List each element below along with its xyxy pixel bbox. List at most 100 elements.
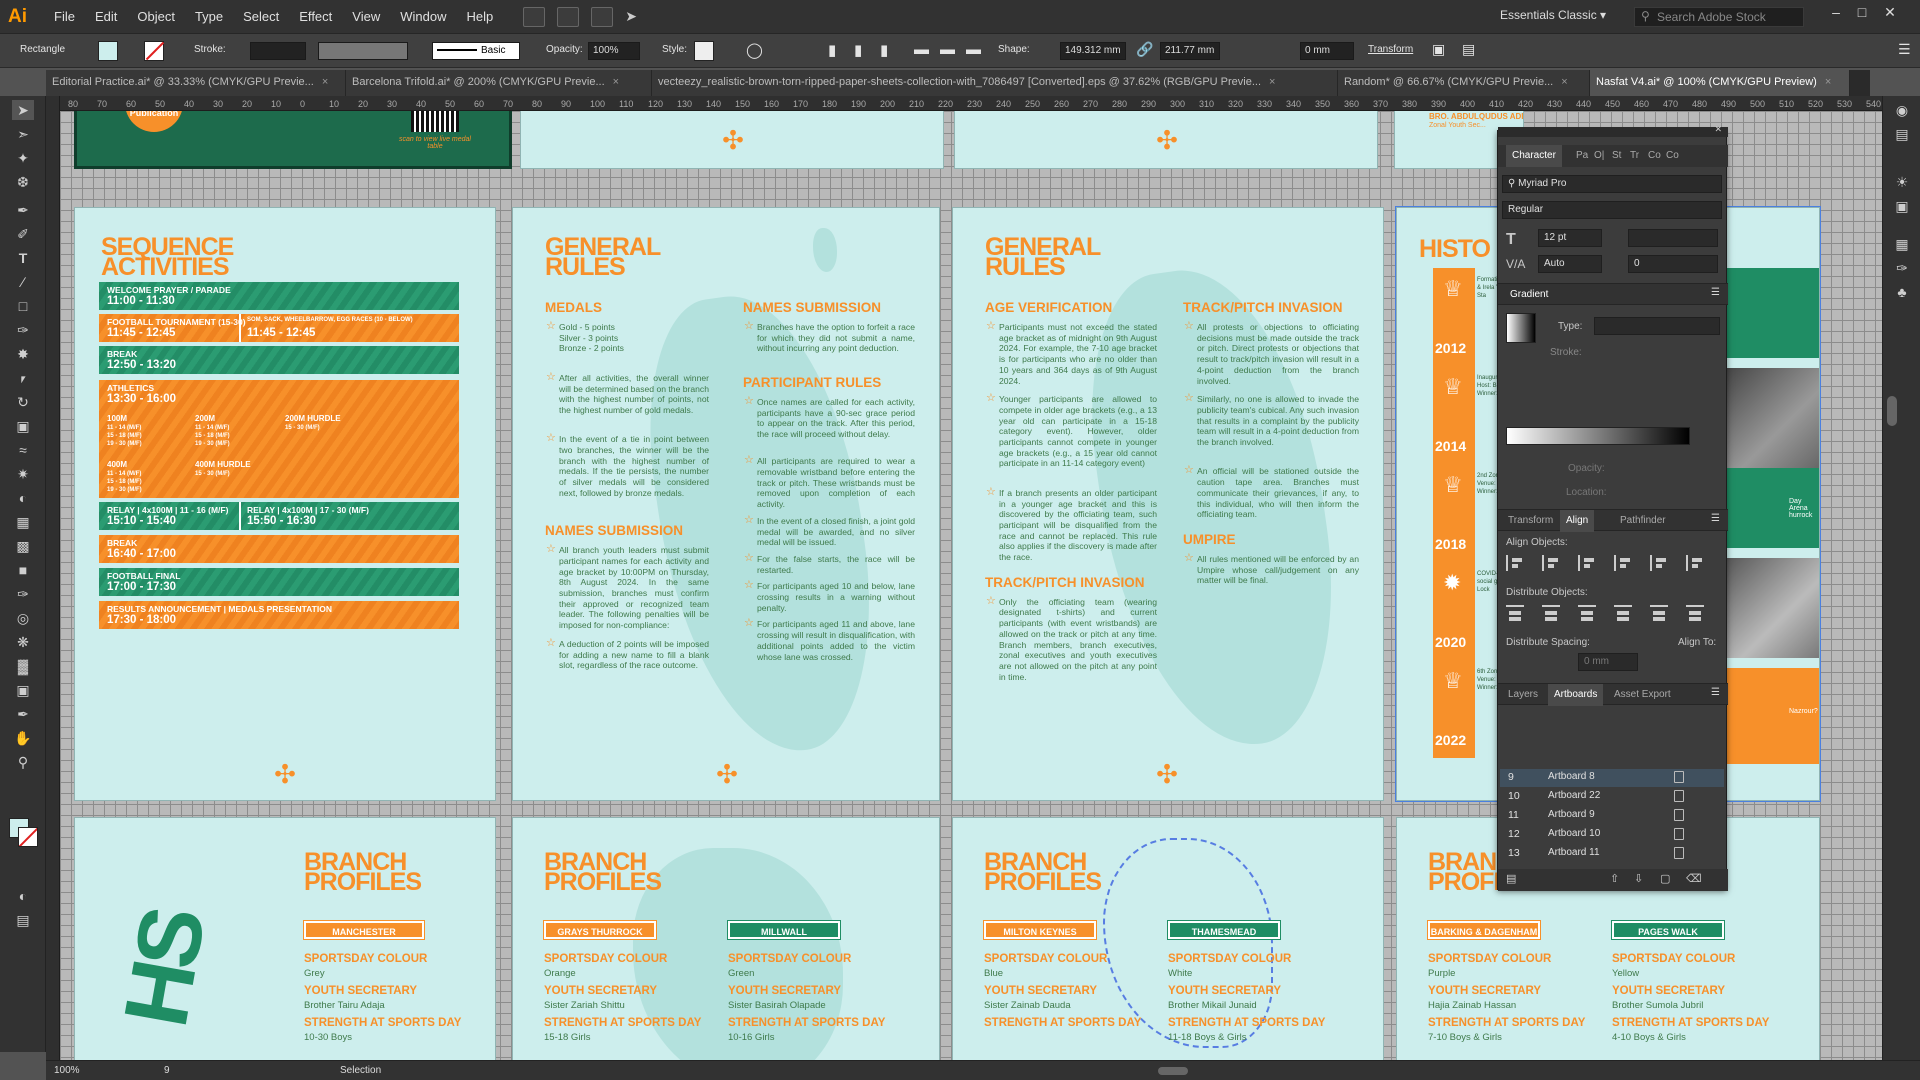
- artboard-row[interactable]: 12 Artboard 10: [1500, 826, 1724, 844]
- artboard-general-rules-1[interactable]: GENERAL RULES MEDALSGold - 5 points Silv…: [512, 207, 940, 801]
- align-right-icon[interactable]: ▮: [880, 41, 888, 59]
- artboard-options-icon[interactable]: [1674, 809, 1684, 821]
- shape-builder-tool-icon[interactable]: ◐: [12, 488, 34, 508]
- artboard-row[interactable]: 9 Artboard 8: [1500, 769, 1724, 787]
- align-right-icon[interactable]: [1578, 555, 1596, 571]
- symbols-icon[interactable]: ♣: [1891, 282, 1913, 302]
- panel-menu-icon[interactable]: ☰: [1711, 513, 1720, 524]
- fill-swatch[interactable]: [98, 41, 118, 61]
- blend-tool-icon[interactable]: ◎: [12, 608, 34, 628]
- transform-link[interactable]: Transform: [1368, 44, 1413, 55]
- dist-vcenter-icon[interactable]: [1542, 605, 1560, 621]
- panel-tab[interactable]: Character: [1506, 145, 1562, 167]
- vertical-scrollbar[interactable]: [1887, 396, 1897, 426]
- artboard-row[interactable]: 10 Artboard 22: [1500, 788, 1724, 806]
- menu-file[interactable]: File: [44, 9, 85, 24]
- scale-tool-icon[interactable]: ▣: [12, 416, 34, 436]
- close-tab-icon[interactable]: ×: [1561, 76, 1567, 88]
- bridge-button[interactable]: [523, 6, 546, 27]
- color-guide-icon[interactable]: ◉: [1891, 100, 1913, 120]
- document-tab-2[interactable]: Barcelona Trifold.ai* @ 200% (CMYK/GPU P…: [346, 70, 652, 96]
- minimize-icon[interactable]: –: [1826, 4, 1846, 24]
- artboard-top-2[interactable]: ✣: [520, 111, 944, 169]
- pen-tool-icon[interactable]: ✒: [12, 200, 34, 220]
- warp-tool-icon[interactable]: ≈: [12, 440, 34, 460]
- move-up-icon[interactable]: ⇧: [1610, 872, 1619, 885]
- dist-hcenter-icon[interactable]: [1650, 605, 1668, 621]
- stock-search-input[interactable]: ⚲ Search Adobe Stock: [1634, 7, 1804, 27]
- artboard-options-icon[interactable]: [1674, 771, 1684, 783]
- gpu-performance-icon[interactable]: ➤: [625, 8, 637, 25]
- graph-tool-icon[interactable]: ▓: [12, 656, 34, 676]
- horizontal-ruler[interactable]: 80 70 60 50 40 30 20 10 0 10 20 30 40 50 60 70 80 90 100 11…: [60, 96, 1882, 111]
- panel-menu-icon[interactable]: ☰: [1711, 687, 1720, 698]
- dist-left-icon[interactable]: [1614, 605, 1632, 621]
- shape-width-field[interactable]: 149.312 mm: [1060, 42, 1126, 60]
- selection-tool-icon[interactable]: ➤: [12, 100, 34, 120]
- vertical-ruler[interactable]: [46, 96, 60, 1060]
- gradient-tool-icon[interactable]: ■: [12, 560, 34, 580]
- align-left-icon[interactable]: [1506, 555, 1524, 571]
- align-vcenter-icon[interactable]: ▬: [940, 41, 955, 58]
- libraries-icon[interactable]: ▤: [1891, 124, 1913, 144]
- close-tab-icon[interactable]: ×: [322, 76, 328, 88]
- document-tab-1[interactable]: Editorial Practice.ai* @ 33.33% (CMYK/GP…: [46, 70, 346, 96]
- arrange-icon[interactable]: ▤: [1462, 41, 1475, 58]
- rectangle-tool-icon[interactable]: □: [12, 296, 34, 316]
- mesh-tool-icon[interactable]: ▩: [12, 536, 34, 556]
- perspective-grid-tool-icon[interactable]: ▦: [12, 512, 34, 532]
- gradient-panel-header[interactable]: Gradient ☰: [1498, 283, 1728, 305]
- align-hcenter-icon[interactable]: ▮: [854, 41, 862, 59]
- panel-titlebar[interactable]: ✕: [1498, 124, 1728, 137]
- close-tab-icon[interactable]: ×: [613, 76, 619, 88]
- stroke-swatch[interactable]: [144, 41, 165, 61]
- slice-tool-icon[interactable]: ✒: [12, 704, 34, 724]
- artboard-options-icon[interactable]: [1674, 847, 1684, 859]
- artboard-row[interactable]: 13 Artboard 11: [1500, 845, 1724, 863]
- new-artboard-icon[interactable]: ▢: [1660, 872, 1670, 885]
- lasso-tool-icon[interactable]: ❆: [12, 172, 34, 192]
- menu-window[interactable]: Window: [390, 9, 456, 24]
- panel-menu-icon[interactable]: ☰: [1711, 287, 1720, 298]
- menu-help[interactable]: Help: [456, 9, 503, 24]
- artboard-sequence-activities[interactable]: SEQUENCE ACTIVITIES WELCOME PRAYER / PAR…: [74, 207, 496, 801]
- artboard-options-icon[interactable]: [1674, 828, 1684, 840]
- tracking-field[interactable]: 0: [1628, 255, 1718, 273]
- zoom-field[interactable]: 100%: [54, 1065, 110, 1076]
- align-panel-header[interactable]: Transform Align Pathfinder ☰: [1498, 509, 1728, 532]
- drawing-modes-icon[interactable]: ◐: [12, 886, 34, 906]
- variable-width-field[interactable]: [318, 42, 408, 60]
- eraser-tool-icon[interactable]: ⎖: [12, 368, 34, 388]
- align-bottom-icon[interactable]: ▬: [966, 41, 981, 58]
- brush-field[interactable]: Basic: [432, 42, 520, 60]
- dist-top-icon[interactable]: [1506, 605, 1524, 621]
- arrange-documents-button[interactable]: [591, 6, 614, 27]
- panel-tab[interactable]: Layers: [1502, 684, 1544, 706]
- maximize-icon[interactable]: □: [1852, 4, 1872, 24]
- menu-view[interactable]: View: [342, 9, 390, 24]
- eyedropper-tool-icon[interactable]: ✑: [12, 584, 34, 604]
- hand-tool-icon[interactable]: ✋: [12, 728, 34, 748]
- artboard-navigator[interactable]: 9: [164, 1065, 214, 1076]
- panel-tab[interactable]: Pathfinder: [1614, 510, 1672, 532]
- artboards-panel-header[interactable]: Layers Artboards Asset Export ☰: [1498, 683, 1728, 706]
- delete-icon[interactable]: ⌫: [1686, 872, 1702, 885]
- close-icon[interactable]: ✕: [1880, 4, 1900, 24]
- align-bottom-icon[interactable]: [1686, 555, 1704, 571]
- font-size-field[interactable]: 12 pt: [1538, 229, 1602, 247]
- graphic-styles-icon[interactable]: ▣: [1891, 196, 1913, 216]
- document-tab-5[interactable]: Nasfat V4.ai* @ 100% (CMYK/GPU Preview) ×: [1590, 70, 1850, 96]
- globe-icon[interactable]: ◯: [746, 41, 763, 59]
- panel-menu-icon[interactable]: ☰: [1898, 41, 1911, 58]
- isolate-icon[interactable]: ▣: [1432, 41, 1445, 58]
- menu-edit[interactable]: Edit: [85, 9, 127, 24]
- zoom-tool-icon[interactable]: ⚲: [12, 752, 34, 772]
- magic-wand-tool-icon[interactable]: ✦: [12, 148, 34, 168]
- dist-bottom-icon[interactable]: [1578, 605, 1596, 621]
- curvature-tool-icon[interactable]: ✐: [12, 224, 34, 244]
- align-top-icon[interactable]: ▬: [914, 41, 929, 58]
- distribute-spacing-field[interactable]: 0 mm: [1578, 653, 1638, 671]
- menu-type[interactable]: Type: [185, 9, 233, 24]
- stock-button[interactable]: [557, 6, 580, 27]
- direct-selection-tool-icon[interactable]: ➣: [12, 124, 34, 144]
